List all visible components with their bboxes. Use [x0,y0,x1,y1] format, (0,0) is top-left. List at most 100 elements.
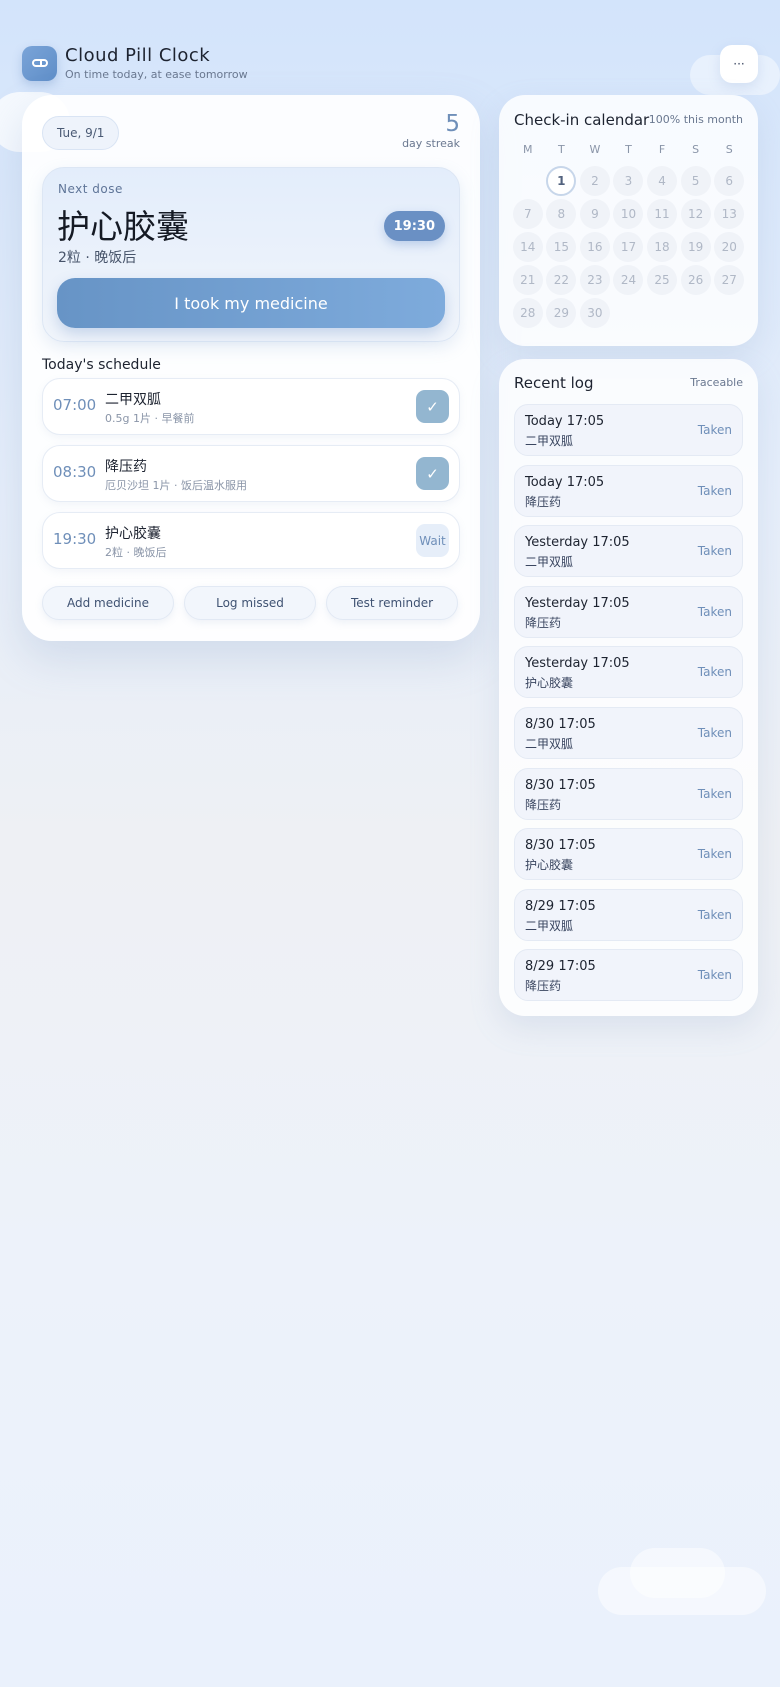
calendar-weekday: W [589,143,601,156]
calendar-day[interactable]: 10 [613,199,644,229]
calendar-day[interactable]: 7 [512,199,543,229]
log-title: Recent log [514,374,594,392]
test-reminder-button[interactable]: Test reminder [326,586,458,620]
calendar-day[interactable]: 17 [613,232,644,262]
brand: Cloud Pill Clock On time today, at ease … [65,45,248,81]
log-item[interactable]: 8/29 17:05 二甲双胍 Taken [514,888,743,941]
calendar-weekday: T [625,143,632,156]
log-when: 8/29 17:05 [525,898,596,914]
calendar-weekday: M [523,143,533,156]
log-when: 8/30 17:05 [525,777,596,793]
calendar-day[interactable]: 27 [714,265,745,295]
calendar-day[interactable]: 23 [579,265,610,295]
quick-actions: Add medicine Log missed Test reminder [42,586,458,620]
calendar-day[interactable]: 24 [613,265,644,295]
cloud-decoration [630,1548,725,1598]
calendar-day[interactable]: 20 [714,232,745,262]
log-list: Today 17:05 二甲双胍 Taken Today 17:05 降压药 T… [514,404,743,1010]
schedule-med-detail: 厄贝沙坦 1片 · 饭后温水服用 [105,479,247,492]
calendar-summary: 100% this month [648,113,743,126]
schedule-time: 19:30 [53,530,97,548]
log-med: 护心胶囊 [525,676,574,691]
schedule-row: 08:30 降压药 厄贝沙坦 1片 · 饭后温水服用 ✓ [42,445,460,502]
calendar-day[interactable]: 25 [647,265,678,295]
log-status: Taken [697,604,732,619]
log-item[interactable]: Yesterday 17:05 护心胶囊 Taken [514,646,743,699]
next-dose-detail: 2粒 · 晚饭后 [58,250,137,266]
log-item[interactable]: Today 17:05 二甲双胍 Taken [514,404,743,456]
log-status: Taken [697,968,732,983]
log-missed-button[interactable]: Log missed [184,586,316,620]
add-medicine-button[interactable]: Add medicine [42,586,174,620]
calendar-day[interactable]: 28 [512,298,543,328]
calendar-day[interactable]: 16 [579,232,610,262]
calendar-day[interactable]: 11 [647,199,678,229]
calendar-day[interactable]: 5 [680,166,711,196]
calendar-day[interactable]: 19 [680,232,711,262]
log-when: Today 17:05 [525,474,605,490]
calendar-day-today[interactable]: 1 [546,166,577,196]
calendar-day[interactable]: 22 [546,265,577,295]
next-dose-label: Next dose [58,182,123,196]
calendar-day[interactable]: 3 [613,166,644,196]
calendar-day[interactable]: 9 [579,199,610,229]
log-when: 8/30 17:05 [525,838,596,854]
schedule-time: 07:00 [53,396,97,414]
log-med: 降压药 [525,979,562,994]
log-status: Taken [697,847,732,862]
log-item[interactable]: Yesterday 17:05 二甲双胍 Taken [514,525,743,578]
calendar-weekday: F [658,143,666,156]
calendar-day[interactable]: 29 [546,298,577,328]
calendar-day[interactable]: 14 [512,232,543,262]
next-dose-time-badge: 19:30 [383,211,445,241]
schedule-time: 08:30 [53,463,97,481]
took-medicine-button[interactable]: I took my medicine [57,278,445,328]
calendar-day[interactable]: 4 [647,166,678,196]
calendar-day[interactable]: 6 [714,166,745,196]
log-item[interactable]: 8/30 17:05 护心胶囊 Taken [514,828,743,881]
log-med: 降压药 [525,797,562,812]
calendar-day[interactable]: 8 [546,199,577,229]
today-panel: Tue, 9/1 5 day streak Next dose 护心胶囊 2粒 … [22,95,480,641]
calendar-day[interactable]: 21 [512,265,543,295]
check-icon[interactable]: ✓ [416,390,449,423]
schedule-med-name: 降压药 [105,459,147,475]
calendar-day[interactable]: 26 [680,265,711,295]
app-title: Cloud Pill Clock [65,45,211,66]
streak-label: day streak [402,137,460,150]
log-item[interactable]: 8/30 17:05 降压药 Taken [514,767,743,820]
date-chip[interactable]: Tue, 9/1 [42,116,120,150]
more-icon: ··· [733,57,745,71]
log-item[interactable]: Yesterday 17:05 降压药 Taken [514,585,743,638]
schedule-med-detail: 2粒 · 晚饭后 [105,546,167,559]
schedule-med-name: 护心胶囊 [105,526,161,542]
log-when: Yesterday 17:05 [525,595,630,611]
log-item[interactable]: 8/30 17:05 二甲双胍 Taken [514,706,743,759]
calendar-day[interactable]: 12 [680,199,711,229]
calendar-day[interactable]: 2 [579,166,610,196]
calendar-day[interactable]: 30 [579,298,610,328]
log-status: Taken [697,423,732,437]
streak-count: 5 [445,111,460,137]
calendar-grid: M T W T F S S 1 2 3 4 5 6 7 8 9 10 11 12 13 14 15 16 17 18 19 20 21… [511,141,746,328]
calendar-day[interactable]: 18 [647,232,678,262]
calendar-day[interactable]: 13 [714,199,745,229]
log-item[interactable]: Today 17:05 降压药 Taken [514,464,743,517]
log-med: 二甲双胍 [525,555,574,570]
log-status: Taken [697,725,732,740]
recent-log-panel: Recent log Traceable Today 17:05 二甲双胍 Ta… [499,359,758,1016]
log-med: 降压药 [525,615,562,630]
log-when: 8/30 17:05 [525,716,596,732]
log-item[interactable]: 8/29 17:05 降压药 Taken [514,949,743,1002]
log-status: Taken [697,665,732,680]
more-menu-button[interactable]: ··· [720,45,758,83]
check-icon[interactable]: ✓ [416,457,449,490]
schedule-med-detail: 0.5g 1片 · 早餐前 [105,412,195,425]
log-med: 护心胶囊 [525,858,574,873]
calendar-weekday: S [725,143,733,156]
wait-button[interactable]: Wait [416,524,449,557]
log-status: Taken [697,483,732,498]
calendar-day[interactable]: 15 [546,232,577,262]
next-dose-name: 护心胶囊 [57,207,189,246]
app-header: Cloud Pill Clock On time today, at ease … [22,45,248,81]
